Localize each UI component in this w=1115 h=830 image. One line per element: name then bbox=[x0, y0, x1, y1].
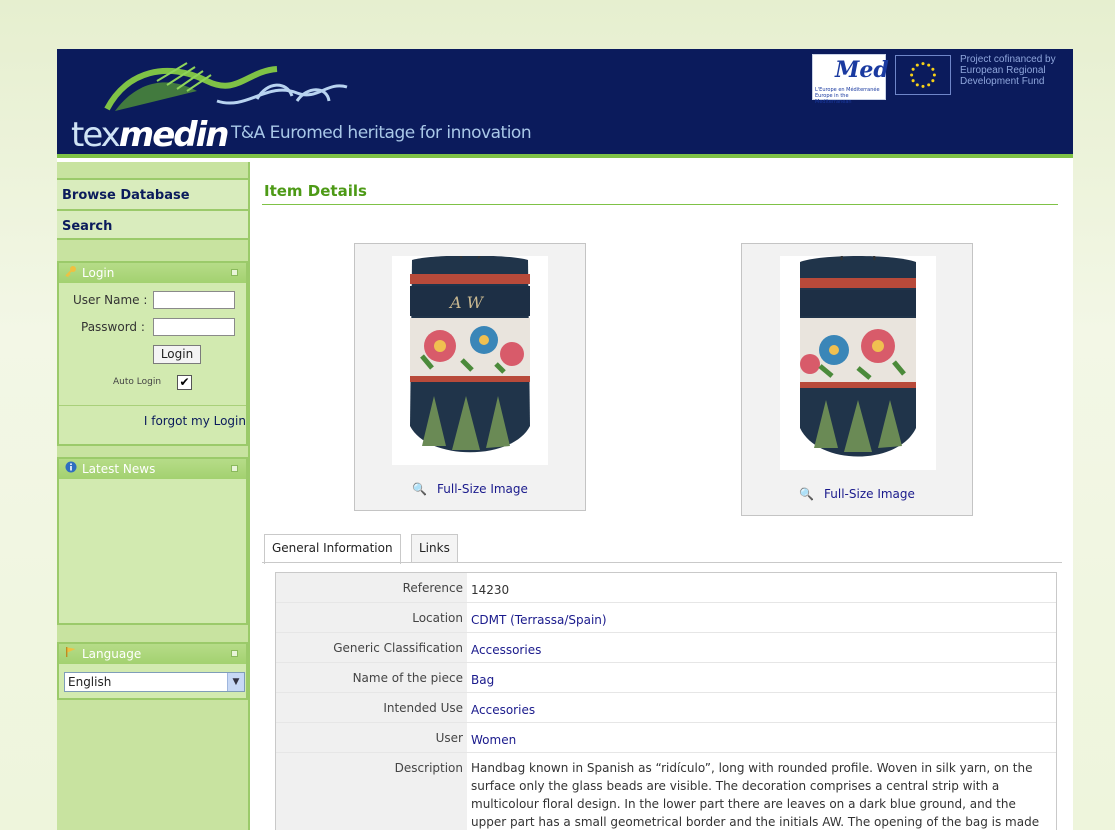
tab-links[interactable]: Links bbox=[411, 534, 458, 563]
login-panel-header: Login bbox=[59, 263, 246, 283]
info-icon bbox=[65, 459, 79, 479]
table-row: Generic Classification Accessories bbox=[276, 633, 1056, 663]
row-label-user: User bbox=[276, 723, 467, 752]
table-row: User Women bbox=[276, 723, 1056, 753]
item-image-card-2: 🔍 Full-Size Image bbox=[741, 243, 973, 516]
row-label-reference: Reference bbox=[276, 573, 467, 602]
login-panel-minimize-button[interactable] bbox=[231, 269, 238, 276]
beaded-bag-back-image bbox=[800, 250, 916, 457]
row-label-name-of-piece: Name of the piece bbox=[276, 663, 467, 692]
table-row: Intended Use Accesories bbox=[276, 693, 1056, 723]
forgot-login-link[interactable]: I forgot my Login bbox=[59, 405, 246, 428]
row-label-location: Location bbox=[276, 603, 467, 632]
full-size-image-link-2[interactable]: 🔍 Full-Size Image bbox=[742, 487, 972, 501]
eu-flag-icon bbox=[895, 55, 951, 95]
row-value-description: Handbag known in Spanish as “ridículo”, … bbox=[471, 761, 1040, 829]
row-label-generic-classification: Generic Classification bbox=[276, 633, 467, 662]
login-panel: Login User Name : Password : Login Auto … bbox=[57, 261, 248, 446]
page-wrapper: texmedin T&A Euromed heritage for innova… bbox=[57, 49, 1073, 830]
location-link[interactable]: CDMT (Terrassa/Spain) bbox=[467, 603, 1056, 632]
row-value-reference: 14230 bbox=[471, 583, 510, 597]
language-panel-minimize-button[interactable] bbox=[231, 650, 238, 657]
svg-text:A W: A W bbox=[448, 293, 485, 312]
username-input[interactable] bbox=[153, 291, 235, 309]
user-link[interactable]: Women bbox=[467, 723, 1056, 752]
password-input[interactable] bbox=[153, 318, 235, 336]
main-content: Item Details A W 🔍 Full-Size Image 🔍 Ful… bbox=[262, 162, 1062, 830]
language-panel: Language English ▼ bbox=[57, 642, 248, 700]
item-image-2[interactable] bbox=[780, 250, 936, 470]
row-label-intended-use: Intended Use bbox=[276, 693, 467, 722]
row-label-description: Description bbox=[276, 753, 467, 830]
full-size-image-link-1[interactable]: 🔍 Full-Size Image bbox=[355, 482, 585, 496]
latest-news-panel: Latest News bbox=[57, 457, 248, 625]
latest-news-panel-minimize-button[interactable] bbox=[231, 465, 238, 472]
tab-general-information[interactable]: General Information bbox=[264, 534, 401, 564]
title-divider bbox=[262, 204, 1058, 205]
nav-search[interactable]: Search bbox=[57, 209, 248, 240]
intended-use-link[interactable]: Accesories bbox=[467, 693, 1056, 722]
key-icon bbox=[65, 263, 79, 283]
logo-wordmark[interactable]: texmedin bbox=[71, 115, 229, 155]
generic-classification-link[interactable]: Accessories bbox=[467, 633, 1056, 662]
table-row: Description Handbag known in Spanish as … bbox=[276, 753, 1056, 830]
page-title: Item Details bbox=[264, 182, 367, 200]
language-panel-header: Language bbox=[59, 644, 246, 664]
magnifier-icon: 🔍 bbox=[412, 482, 428, 496]
password-label: Password : bbox=[81, 320, 145, 334]
item-info-table: Reference 14230 Location CDMT (Terrassa/… bbox=[275, 572, 1057, 830]
username-label: User Name : bbox=[73, 293, 148, 307]
item-image-1[interactable]: A W bbox=[392, 251, 548, 465]
magnifier-icon: 🔍 bbox=[799, 487, 815, 501]
latest-news-panel-header: Latest News bbox=[59, 459, 246, 479]
site-tagline: T&A Euromed heritage for innovation bbox=[231, 123, 532, 143]
chevron-down-icon[interactable]: ▼ bbox=[227, 673, 244, 691]
nav-browse-database[interactable]: Browse Database bbox=[57, 178, 248, 209]
table-row: Name of the piece Bag bbox=[276, 663, 1056, 693]
name-of-piece-link[interactable]: Bag bbox=[467, 663, 1056, 692]
auto-login-label: Auto Login bbox=[113, 377, 162, 387]
sidebar: Browse Database Search Login User Name :… bbox=[57, 162, 250, 830]
tab-divider bbox=[262, 562, 1062, 563]
table-row: Location CDMT (Terrassa/Spain) bbox=[276, 603, 1056, 633]
item-image-card-1: A W 🔍 Full-Size Image bbox=[354, 243, 586, 511]
site-header: texmedin T&A Euromed heritage for innova… bbox=[57, 49, 1073, 158]
med-programme-logo: Med L'Europe en Méditerranée Europe in t… bbox=[812, 54, 889, 105]
beaded-bag-front-image: A W bbox=[410, 251, 530, 453]
language-select[interactable]: English ▼ bbox=[64, 672, 245, 692]
auto-login-checkbox[interactable]: ✔ bbox=[177, 375, 192, 390]
detail-tabs: General Information Links bbox=[262, 534, 1062, 564]
logo-swirl-icon bbox=[104, 62, 348, 111]
eu-funding-text: Project cofinanced by European Regional … bbox=[960, 54, 1056, 87]
flag-icon bbox=[65, 644, 79, 664]
login-button[interactable]: Login bbox=[153, 345, 201, 364]
table-row: Reference 14230 bbox=[276, 573, 1056, 603]
